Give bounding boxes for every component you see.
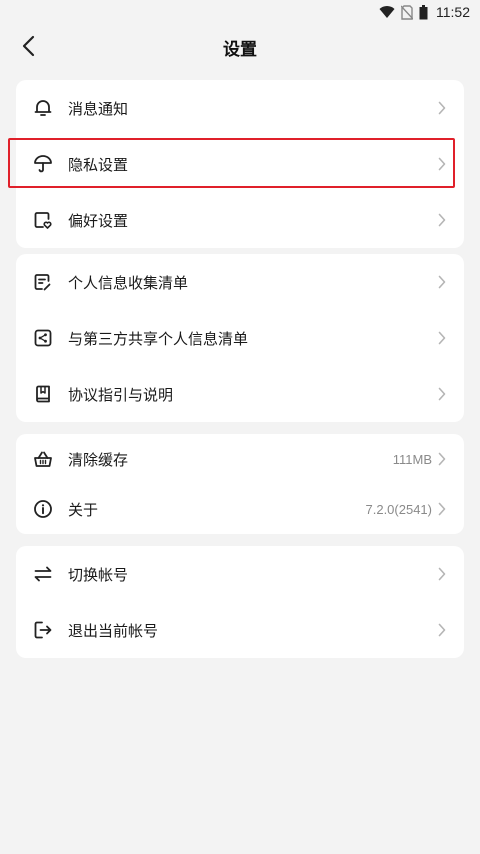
chevron-right-icon [438,275,448,289]
settings-group-1: 消息通知 隐私设置 偏好设置 [8,80,464,248]
row-label: 偏好设置 [68,211,129,230]
status-bar: 11:52 [0,0,480,24]
row-agreements[interactable]: 协议指引与说明 [16,366,464,422]
document-list-icon [32,271,54,293]
chevron-right-icon [438,331,448,345]
row-clear-cache[interactable]: 清除缓存 111MB [16,434,464,484]
settings-group-4: 切换帐号 退出当前帐号 [16,546,464,658]
row-third-party-sharing-list[interactable]: 与第三方共享个人信息清单 [16,310,464,366]
version-value: 7.2.0(2541) [365,501,433,517]
bell-icon [32,97,54,119]
row-label: 退出当前帐号 [68,621,159,640]
row-label: 关于 [68,500,99,519]
no-sim-icon [401,4,413,20]
chevron-right-icon [438,157,448,171]
battery-icon [419,4,428,20]
basket-icon [32,448,54,470]
chevron-left-icon [21,35,35,61]
page-title: 设置 [223,39,257,60]
row-label: 与第三方共享个人信息清单 [68,329,249,348]
row-label: 个人信息收集清单 [68,273,189,292]
row-privacy-settings[interactable]: 隐私设置 [8,136,464,192]
switch-arrows-icon [32,563,54,585]
cache-size-value: 111MB [392,451,432,467]
share-icon [32,327,54,349]
chevron-right-icon [438,452,448,466]
chevron-right-icon [438,502,448,516]
row-label: 切换帐号 [68,565,129,584]
chevron-right-icon [438,387,448,401]
row-label: 协议指引与说明 [68,385,174,404]
row-notifications[interactable]: 消息通知 [16,80,464,136]
settings-group-2: 个人信息收集清单 与第三方共享个人信息清单 协议指引与说明 [16,254,464,422]
row-switch-account[interactable]: 切换帐号 [16,546,464,602]
row-label: 消息通知 [68,99,129,118]
settings-group-3: 清除缓存 111MB 关于 7.2.0(2541) [16,434,464,534]
row-preferences[interactable]: 偏好设置 [16,192,464,248]
row-label: 隐私设置 [68,155,129,174]
status-time: 11:52 [436,4,470,20]
logout-icon [32,619,54,641]
row-logout[interactable]: 退出当前帐号 [16,602,464,658]
back-button[interactable] [14,34,42,62]
preference-icon [32,209,54,231]
chevron-right-icon [438,101,448,115]
info-icon [32,498,54,520]
chevron-right-icon [438,623,448,637]
chevron-right-icon [438,213,448,227]
book-icon [32,383,54,405]
row-label: 清除缓存 [68,450,129,469]
wifi-icon [379,5,395,19]
row-about[interactable]: 关于 7.2.0(2541) [16,484,464,534]
umbrella-icon [32,153,54,175]
chevron-right-icon [438,567,448,581]
nav-bar: 设置 [0,24,480,70]
row-personal-info-list[interactable]: 个人信息收集清单 [16,254,464,310]
